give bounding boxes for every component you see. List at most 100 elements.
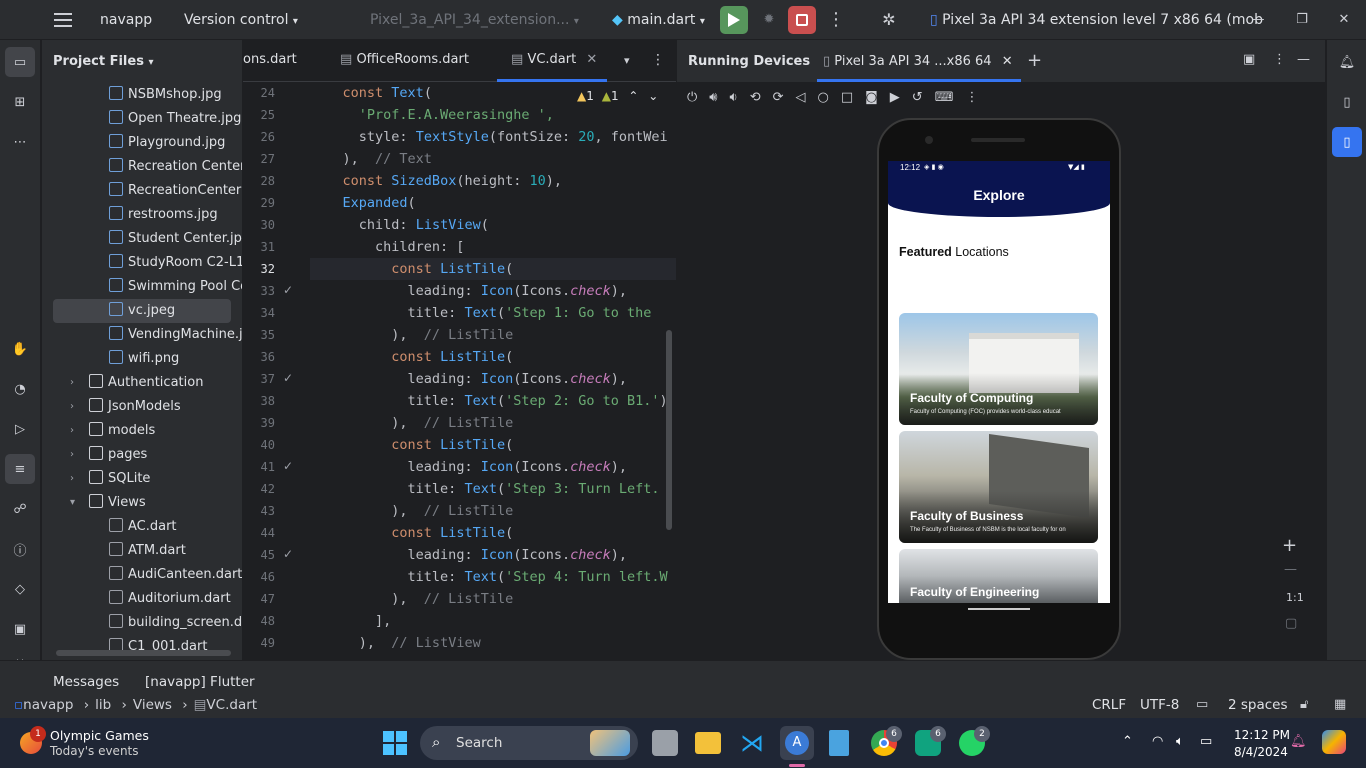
- tree-folder[interactable]: ▾ Views: [70, 491, 146, 515]
- toolbar-more-icon[interactable]: ⋮: [965, 90, 990, 105]
- device-manager-icon[interactable]: ▯: [1332, 87, 1362, 117]
- phone-screen[interactable]: 12:12 ◈ ▮ ◉ ▼◢ ▮ Explore Featured Locati…: [888, 161, 1110, 603]
- clock-date[interactable]: 8/4/2024: [1234, 745, 1288, 759]
- minimize-icon[interactable]: —: [1250, 10, 1266, 28]
- chevron-right-icon[interactable]: ›: [70, 371, 74, 395]
- tab-officerooms-dart[interactable]: ▤ OfficeRooms.dart: [340, 52, 469, 67]
- battery-icon[interactable]: ▭: [1200, 734, 1212, 749]
- snapshot-icon[interactable]: ↺: [912, 90, 935, 105]
- line-separator[interactable]: CRLF: [1092, 697, 1126, 713]
- code-area[interactable]: const Text( 'Prof.E.A.Weerasinghe ', sty…: [310, 82, 676, 660]
- device-tab[interactable]: ▯ Pixel 3a API 34 ...x86 64 ✕: [823, 54, 1013, 69]
- back-icon[interactable]: ◁: [796, 90, 818, 105]
- tree-file[interactable]: vc.jpeg: [53, 299, 231, 323]
- run-config-dropdown[interactable]: ◆ main.dart ▾: [612, 12, 705, 28]
- breadcrumb-item[interactable]: navapp: [23, 697, 73, 713]
- project-panel-title[interactable]: Project Files ▾: [53, 54, 154, 69]
- flutter-inspector-icon[interactable]: ✋: [5, 334, 35, 364]
- structure-tool-icon[interactable]: ⊞: [5, 87, 35, 117]
- overview-icon[interactable]: □: [841, 90, 865, 105]
- wifi-icon[interactable]: ◠: [1152, 734, 1163, 749]
- editorconfig-icon[interactable]: ▭: [1196, 697, 1208, 712]
- chevron-down-icon[interactable]: ▾: [70, 491, 75, 515]
- window-layout-icon[interactable]: ▣: [1243, 52, 1255, 67]
- version-control-dropdown[interactable]: Version control ▾: [184, 12, 298, 28]
- android-studio-icon[interactable]: A: [780, 726, 814, 760]
- volume-down-icon[interactable]: 🔉︎: [730, 90, 750, 105]
- volume-up-icon[interactable]: 🔊︎: [709, 90, 729, 105]
- rotate-right-icon[interactable]: ⟳: [773, 90, 796, 105]
- tree-folder[interactable]: › SQLite: [70, 467, 150, 491]
- gem-icon[interactable]: ◇: [5, 574, 35, 604]
- taskbar-search[interactable]: ⌕ Search: [420, 726, 638, 760]
- tree-file[interactable]: VendingMachine.jp: [109, 323, 242, 347]
- performance-icon[interactable]: ◔: [5, 374, 35, 404]
- project-tool-icon[interactable]: ▭: [5, 47, 35, 77]
- zoom-in-icon[interactable]: +: [1282, 535, 1297, 556]
- home-icon[interactable]: ○: [818, 90, 841, 105]
- notifications-icon[interactable]: 🔔︎: [1332, 47, 1362, 77]
- tree-file[interactable]: Student Center.jpg: [109, 227, 242, 251]
- indent-setting[interactable]: 2 spaces: [1228, 697, 1288, 713]
- fit-screen-icon[interactable]: ▢: [1285, 616, 1297, 631]
- device-selector[interactable]: ▯ Pixel 3a API 34 extension level 7 x86 …: [930, 12, 1263, 28]
- more-tools-icon[interactable]: ⋯: [5, 127, 35, 157]
- clock-time[interactable]: 12:12 PM: [1234, 728, 1290, 742]
- restore-icon[interactable]: ❐: [1294, 10, 1310, 28]
- memory-indicator-icon[interactable]: ▦: [1334, 697, 1346, 712]
- notification-bell-icon[interactable]: 🔔︎: [1290, 734, 1307, 749]
- tree-file[interactable]: NSBMshop.jpg: [109, 83, 222, 107]
- notepad-icon[interactable]: [829, 730, 849, 756]
- file-encoding[interactable]: UTF-8: [1140, 697, 1179, 713]
- tree-file[interactable]: Auditorium.dart: [109, 587, 231, 611]
- hide-panel-icon[interactable]: —: [1297, 52, 1310, 67]
- app-inspection-icon[interactable]: ☍: [5, 494, 35, 524]
- tree-folder[interactable]: › Authentication: [70, 371, 203, 395]
- record-icon[interactable]: ▶: [890, 90, 912, 105]
- breadcrumb-item[interactable]: Views: [133, 697, 172, 713]
- debug-icon[interactable]: ✹: [760, 10, 778, 28]
- tree-file[interactable]: StudyRoom C2-L11: [109, 251, 242, 275]
- tree-file[interactable]: AC.dart: [109, 515, 177, 539]
- add-device-icon[interactable]: +: [1027, 50, 1042, 71]
- tree-folder[interactable]: › models: [70, 419, 155, 443]
- vscode-icon[interactable]: ⋊: [739, 730, 765, 756]
- copilot-icon[interactable]: [1322, 730, 1346, 754]
- tree-file[interactable]: wifi.png: [109, 347, 179, 371]
- problems-icon[interactable]: ⓘ: [5, 534, 35, 564]
- extended-controls-icon[interactable]: ⌨: [935, 90, 966, 105]
- panel-more-icon[interactable]: ⋮: [1273, 52, 1286, 67]
- screenshot-icon[interactable]: ◙: [865, 90, 890, 105]
- tab-more-icon[interactable]: ⋮: [651, 52, 665, 68]
- chevron-right-icon[interactable]: ›: [70, 419, 74, 443]
- tab-list-chevron-icon[interactable]: ▾: [624, 54, 630, 67]
- running-devices-icon[interactable]: ▯: [1332, 127, 1362, 157]
- lock-icon[interactable]: 🔓︎: [1300, 697, 1308, 712]
- terminal-icon[interactable]: ▣: [5, 614, 35, 644]
- chevron-right-icon[interactable]: ›: [70, 395, 74, 419]
- close-tab-icon[interactable]: ✕: [1002, 54, 1013, 69]
- bug-icon[interactable]: ✲: [878, 8, 900, 30]
- run-tool-icon[interactable]: ▷: [5, 414, 35, 444]
- location-card-engineering[interactable]: Faculty of Engineering: [899, 549, 1098, 603]
- zoom-out-icon[interactable]: —: [1284, 562, 1297, 577]
- tree-file[interactable]: Open Theatre.jpg: [109, 107, 241, 131]
- chevron-right-icon[interactable]: ›: [70, 467, 74, 491]
- close-icon[interactable]: ✕: [1336, 10, 1352, 28]
- horizontal-scrollbar[interactable]: [56, 650, 231, 656]
- tree-file[interactable]: Playground.jpg: [109, 131, 225, 155]
- rotate-left-icon[interactable]: ⟲: [750, 90, 773, 105]
- tree-file[interactable]: restrooms.jpg: [109, 203, 218, 227]
- zoom-actual-size[interactable]: 1:1: [1286, 591, 1304, 604]
- file-explorer-icon[interactable]: [695, 732, 721, 754]
- tree-file[interactable]: Recreation Center: [109, 155, 242, 179]
- emulator-config-dropdown[interactable]: Pixel_3a_API_34_extension... ▾: [370, 12, 579, 28]
- start-button[interactable]: [383, 731, 407, 755]
- tree-file[interactable]: RecreationCenter2: [109, 179, 242, 203]
- news-widget[interactable]: 1 Olympic Games Today's events: [20, 724, 150, 762]
- tree-file[interactable]: Swimming Pool Co: [109, 275, 242, 299]
- stop-button[interactable]: [788, 6, 816, 34]
- tab-ons-dart[interactable]: ons.dart: [243, 52, 297, 67]
- location-card-business[interactable]: Faculty of Business The Faculty of Busin…: [899, 431, 1098, 543]
- location-card-computing[interactable]: Faculty of Computing Faculty of Computin…: [899, 313, 1098, 425]
